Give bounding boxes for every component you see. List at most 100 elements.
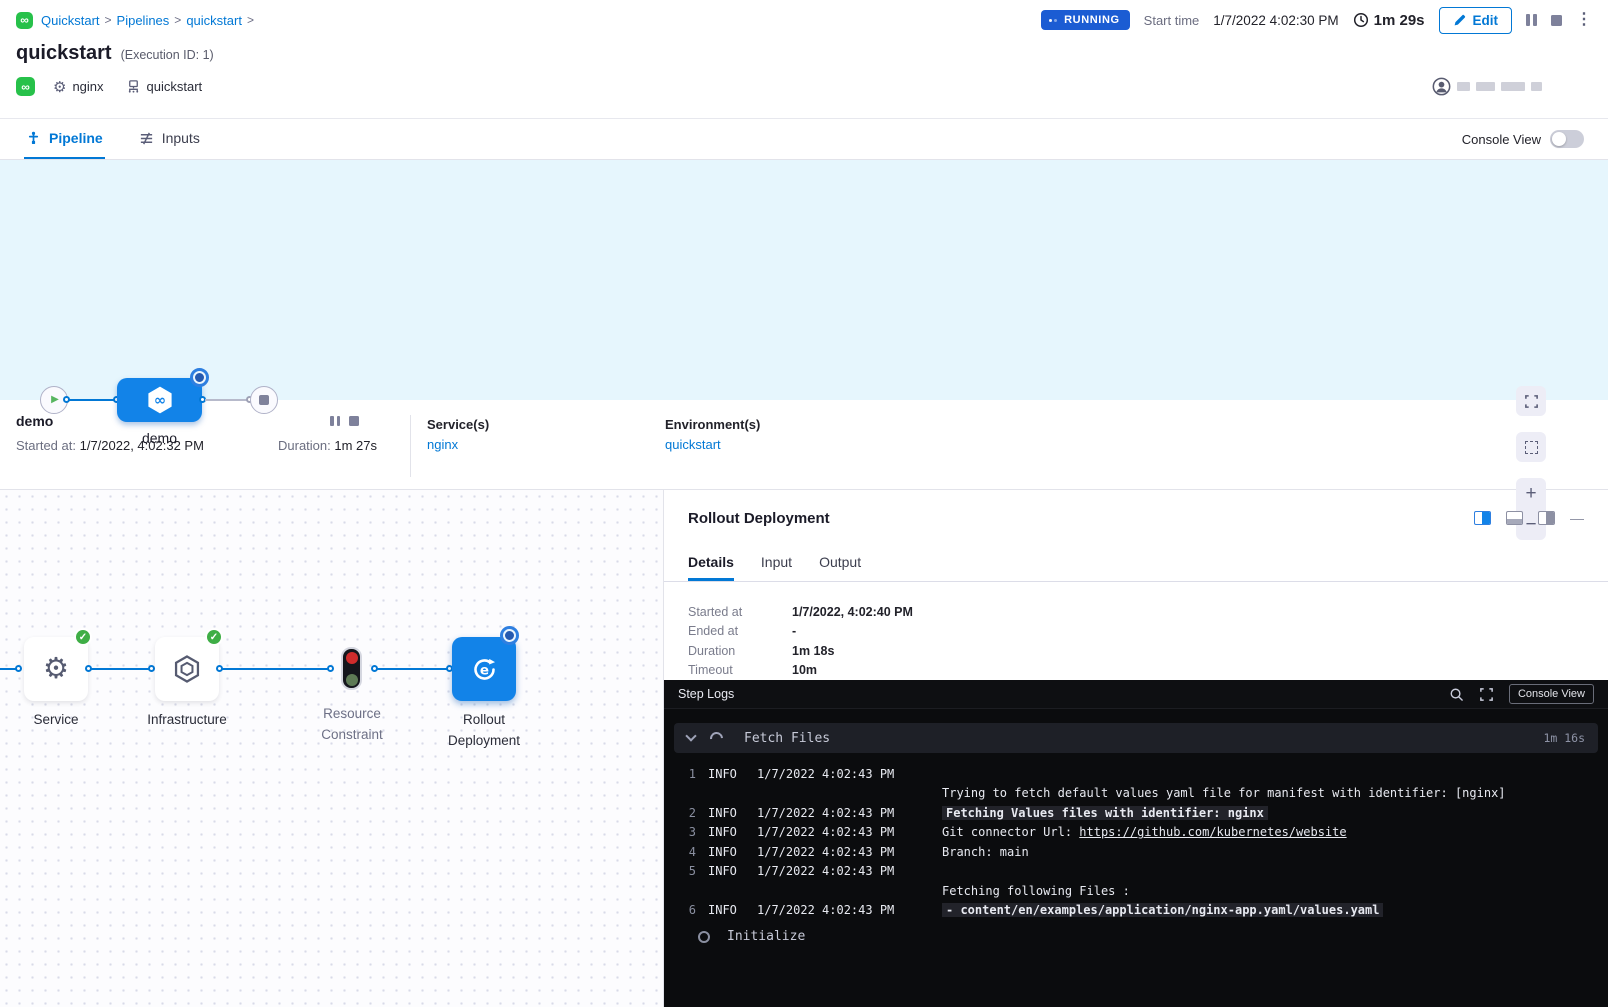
kv-value: - (792, 624, 796, 638)
fullscreen-icon (1524, 394, 1539, 409)
stop-stage-icon[interactable] (349, 416, 359, 426)
log-lines: 1 INFO 1/7/2022 4:02:43 PM Trying to fet… (664, 757, 1608, 920)
connector-dot (148, 665, 155, 672)
tab-pipeline[interactable]: Pipeline (24, 119, 105, 159)
status-badge-label: RUNNING (1064, 14, 1120, 26)
running-spinner-badge (503, 629, 516, 642)
success-check-icon: ✓ (205, 628, 223, 646)
user-avatar-icon (1432, 77, 1451, 96)
step-label-rollout-deployment: Rollout Deployment (434, 710, 534, 752)
breadcrumb-item-quickstart[interactable]: Quickstart (41, 13, 100, 28)
log-line-number: 6 (664, 903, 696, 917)
step-logs-header: Step Logs Console View (664, 680, 1608, 709)
tab-inputs-label: Inputs (162, 130, 200, 146)
log-line-number: 3 (664, 825, 696, 839)
kv-row-timeout: Timeout 10m (688, 661, 1584, 681)
section-spinner-icon (707, 729, 725, 747)
stage-info-bar: demo Started at: 1/7/2022, 4:02:32 PM Du… (0, 400, 1608, 490)
layout-split-panel-icon[interactable] (1538, 511, 1555, 525)
log-timestamp: 1/7/2022 4:02:43 PM (757, 806, 894, 820)
log-message: Trying to fetch default values yaml file… (942, 786, 1506, 800)
log-level: INFO (708, 767, 742, 781)
breadcrumb: ∞ Quickstart > Pipelines > quickstart > … (0, 0, 1608, 40)
log-timestamp: 1/7/2022 4:02:43 PM (757, 845, 894, 859)
stage-summary: demo Started at: 1/7/2022, 4:02:32 PM (16, 413, 278, 489)
layout-split-bottom-icon[interactable] (1506, 511, 1523, 525)
zoom-in-button[interactable]: + (1516, 478, 1546, 509)
log-section-name: Initialize (727, 929, 805, 944)
infinity-glyph: ∞ (21, 80, 30, 94)
edge-demo-end (205, 399, 250, 401)
step-node-rollout-deployment[interactable]: e (452, 637, 516, 701)
breadcrumb-item-pipeline-name[interactable]: quickstart (186, 13, 242, 28)
log-section-initialize[interactable]: Initialize (664, 929, 1608, 944)
tags-row: ∞ ⚙ nginx quickstart (0, 77, 1608, 96)
environment-link[interactable]: quickstart (665, 437, 1608, 452)
log-message: Git connector Url: https://github.com/ku… (942, 825, 1347, 839)
triggered-by (1432, 77, 1542, 96)
kv-value: 1/7/2022, 4:02:40 PM (792, 605, 913, 619)
log-line-number: 5 (664, 864, 696, 878)
log-message-text: Git connector Url: (942, 825, 1079, 839)
console-view-toggle[interactable] (1550, 130, 1584, 148)
stop-execution-icon[interactable] (1551, 15, 1562, 26)
environments-label: Environment(s) (665, 417, 1608, 432)
marquee-select-button[interactable] (1516, 432, 1546, 462)
layout-split-right-icon[interactable] (1474, 511, 1491, 525)
infinity-glyph: ∞ (20, 13, 29, 27)
log-message: Fetching following Files : (942, 884, 1130, 898)
step-label-service: Service (16, 710, 96, 731)
running-spinner-badge (193, 371, 206, 384)
pending-circle-icon (698, 931, 710, 943)
expand-logs-icon[interactable] (1479, 687, 1494, 702)
tab-inputs[interactable]: Inputs (137, 119, 202, 159)
end-node[interactable] (250, 386, 278, 414)
tab-details[interactable]: Details (688, 546, 734, 581)
edit-button-label: Edit (1473, 13, 1499, 28)
console-view-button[interactable]: Console View (1509, 684, 1594, 704)
breadcrumb-item-pipelines[interactable]: Pipelines (117, 13, 170, 28)
kv-value: 10m (792, 663, 817, 677)
service-link[interactable]: nginx (427, 437, 665, 452)
log-message: Fetching Values files with identifier: n… (942, 806, 1268, 820)
kv-row-started-at: Started at 1/7/2022, 4:02:40 PM (688, 602, 1584, 622)
pause-execution-icon[interactable] (1526, 14, 1537, 26)
log-timestamp: 1/7/2022 4:02:43 PM (757, 903, 894, 917)
step-node-service[interactable]: ⚙ (24, 637, 88, 701)
step-label-infrastructure: Infrastructure (132, 710, 242, 731)
stage-node-demo[interactable]: ∞ (117, 378, 202, 422)
minimize-panel-icon[interactable]: — (1570, 511, 1584, 525)
log-line: 2 INFO 1/7/2022 4:02:43 PM Fetching Valu… (664, 803, 1608, 823)
status-badge: RUNNING (1041, 10, 1130, 30)
step-detail-title: Rollout Deployment (688, 510, 830, 527)
service-tag-label: nginx (72, 79, 103, 94)
redacted-text (1457, 82, 1470, 91)
kv-label: Timeout (688, 663, 792, 677)
tab-input[interactable]: Input (761, 546, 792, 581)
inputs-icon (139, 131, 154, 146)
kv-label: Ended at (688, 624, 792, 638)
edit-button[interactable]: Edit (1439, 7, 1513, 34)
log-timestamp: 1/7/2022 4:02:43 PM (757, 864, 894, 878)
execution-graph: ⚙ ✓ ✓ e Se (0, 490, 664, 1007)
service-tag[interactable]: ⚙ nginx (53, 78, 104, 96)
more-options-icon[interactable]: ⋮ (1576, 12, 1592, 28)
pause-stage-icon[interactable] (330, 416, 340, 426)
environment-tag[interactable]: quickstart (126, 79, 203, 94)
fullscreen-button[interactable] (1516, 386, 1546, 416)
log-link[interactable]: https://github.com/kubernetes/website (1079, 825, 1346, 839)
tab-output[interactable]: Output (819, 546, 861, 581)
page-header: ∞ Quickstart > Pipelines > quickstart > … (0, 0, 1608, 118)
step-node-infrastructure[interactable] (155, 637, 219, 701)
infinity-glyph: ∞ (153, 392, 165, 409)
edge (222, 668, 330, 670)
log-section-fetch-files[interactable]: Fetch Files 1m 16s (674, 723, 1598, 753)
redacted-text (1476, 82, 1495, 91)
kv-row-duration: Duration 1m 18s (688, 641, 1584, 661)
step-node-resource-constraint[interactable] (341, 647, 362, 690)
service-gear-icon: ⚙ (43, 655, 69, 684)
chevron-down-icon (685, 730, 696, 741)
title-row: quickstart (Execution ID: 1) (0, 42, 1608, 65)
end-icon (259, 395, 269, 405)
search-icon[interactable] (1449, 687, 1464, 702)
